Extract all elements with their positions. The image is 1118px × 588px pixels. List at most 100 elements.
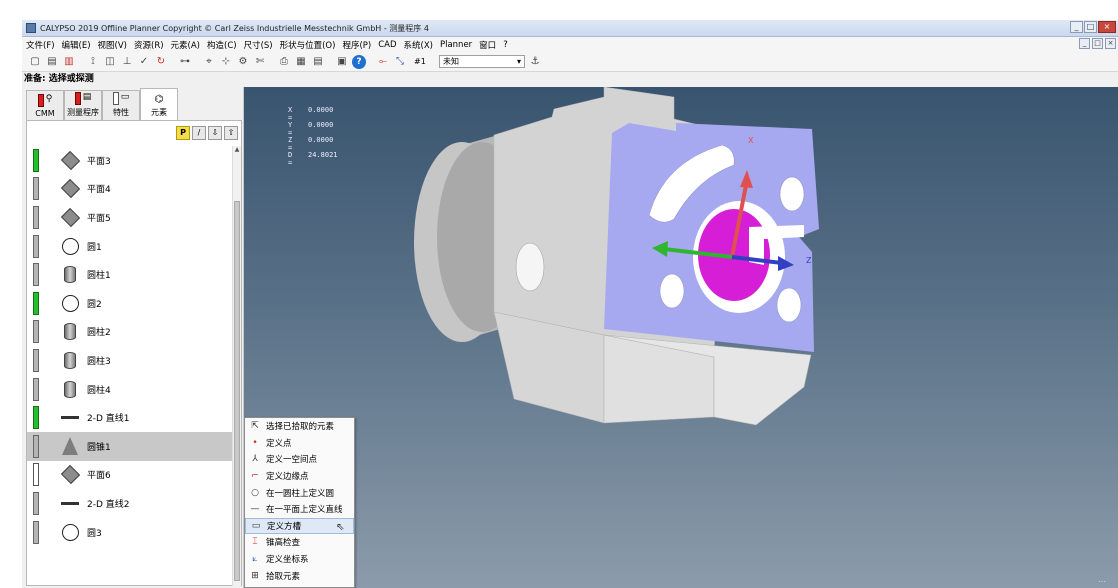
tab-measurement-plan-label: 测量程序 (67, 108, 99, 117)
status-red-icon (74, 92, 81, 105)
calculator-icon[interactable]: ▣ (335, 55, 349, 69)
edit-pencil-button[interactable]: / (192, 126, 206, 140)
anchor-icon[interactable]: ⚓ (528, 55, 542, 69)
report-icon[interactable]: ▦ (294, 55, 308, 69)
circle-icon (59, 236, 81, 256)
move-down-button[interactable]: ⇩ (208, 126, 222, 140)
ctx-label: 在一平面上定义直线 (266, 505, 343, 516)
feature-status-bar (33, 434, 39, 458)
coordinate-icon[interactable]: ⤡ (393, 55, 407, 69)
menu-edit[interactable]: 编辑(E) (62, 39, 91, 51)
feature-label: 平面6 (87, 471, 111, 482)
menu-planner[interactable]: Planner (440, 40, 472, 50)
feature-label: 圆1 (87, 242, 102, 253)
ctx-pick-element[interactable]: ⊞ 拾取元素 (245, 567, 354, 584)
feature-row[interactable]: 圆锥1 (27, 431, 232, 461)
construct-icon[interactable]: ⊹ (219, 55, 233, 69)
feature-row[interactable]: 2-D 直线1 (27, 403, 232, 432)
ctx-define-point[interactable]: • 定义点 (245, 435, 354, 452)
menu-view[interactable]: 视图(V) (98, 39, 127, 51)
ctx-define-slot[interactable]: ▭ 定义方槽 ⇖ (245, 517, 354, 535)
feature-row[interactable]: 圆柱4 (27, 375, 232, 404)
cad-viewport[interactable]: X Z X = 0.0000 Y = 0.0000 Z = 0.0000 D = 24.… (244, 87, 1118, 588)
line-on-plane-icon: — (250, 504, 260, 515)
tab-characteristics[interactable]: ▭ 特性 (102, 90, 140, 120)
feature-row[interactable]: 平面5 (27, 203, 232, 232)
move-up-button[interactable]: ⇧ (224, 126, 238, 140)
pin-button[interactable]: P (176, 126, 190, 140)
gear-icon[interactable]: ⚙ (236, 55, 250, 69)
scroll-thumb[interactable] (234, 201, 240, 581)
save-icon[interactable]: ▥ (62, 55, 76, 69)
ctx-cone-height-check[interactable]: ⌶ 锥高检查 (245, 534, 354, 551)
feature-icon[interactable]: ⌖ (202, 55, 216, 69)
maximize-button[interactable]: □ (1084, 21, 1097, 33)
menu-cad[interactable]: CAD (378, 40, 396, 50)
feature-row[interactable]: 圆柱2 (27, 318, 232, 347)
feature-label: 平面3 (87, 156, 111, 167)
resize-grip[interactable]: ⋯ (1098, 577, 1112, 586)
ctx-define-coord-system[interactable]: ⟀ 定义坐标系 (245, 551, 354, 568)
coord-x-value: 0.0000 (308, 106, 334, 114)
feature-list-scrollbar[interactable]: ▲ (232, 146, 241, 586)
check-icon[interactable]: ✓ (137, 55, 151, 69)
tab-cmm[interactable]: ⚲ CMM (26, 90, 64, 120)
menu-elements[interactable]: 元素(A) (171, 39, 200, 51)
mdi-restore-button[interactable]: □ (1092, 38, 1103, 49)
ctx-line-on-plane[interactable]: — 在一平面上定义直线 (245, 501, 354, 518)
stylus-icon[interactable]: ⊥ (120, 55, 134, 69)
ctx-label: 定义一空间点 (266, 455, 318, 466)
scroll-up-icon[interactable]: ▲ (233, 146, 241, 155)
feature-row[interactable]: 圆1 (27, 232, 232, 261)
ctx-define-space-point[interactable]: ⅄ 定义一空间点 (245, 451, 354, 468)
cad-model[interactable]: X Z (244, 87, 1118, 588)
status-text: 准备: 选择或探测 (24, 74, 94, 84)
menu-construct[interactable]: 构造(C) (207, 39, 237, 51)
new-file-icon[interactable]: ▢ (28, 55, 42, 69)
pick-icon: ⇱ (251, 421, 259, 432)
print-icon[interactable]: ⎙ (277, 55, 291, 69)
feature-label: 圆柱1 (87, 271, 111, 282)
feature-row[interactable]: 圆柱3 (27, 346, 232, 375)
coord-system-select[interactable]: 未知 ▾ (439, 55, 525, 68)
elements-pane: P / ⇩ ⇧ 平面3 平面4 平面5 圆1 圆柱1 圆2 圆柱2 圆柱3 圆柱4 2-D 直线1… (26, 120, 242, 586)
feature-status-bar (33, 148, 39, 172)
feature-row[interactable]: 平面6 (27, 461, 232, 490)
menu-window[interactable]: 窗口 (479, 39, 496, 51)
menu-resources[interactable]: 资源(R) (134, 39, 164, 51)
table-icon[interactable]: ▤ (311, 55, 325, 69)
ctx-define-edge-point[interactable]: ⌐ 定义边缘点 (245, 468, 354, 485)
minimize-button[interactable]: _ (1070, 21, 1083, 33)
probe-icon[interactable]: ⟟ (86, 55, 100, 69)
ctx-label: 拾取元素 (266, 571, 301, 582)
edge-point-icon: ⌐ (251, 471, 259, 482)
tab-elements[interactable]: ⌬ 元素 (140, 88, 178, 120)
help-icon[interactable]: ? (352, 54, 366, 69)
menu-size[interactable]: 尺寸(S) (244, 39, 273, 51)
open-file-icon[interactable]: ▤ (45, 55, 59, 69)
rotate-icon[interactable]: ↻ (154, 55, 168, 69)
feature-row[interactable]: 2-D 直线2 (27, 489, 232, 518)
binoculars-icon[interactable]: ⊶ (178, 55, 192, 69)
feature-row[interactable]: 平面4 (27, 175, 232, 204)
menu-system[interactable]: 系统(X) (404, 39, 433, 51)
mdi-minimize-button[interactable]: _ (1079, 38, 1090, 49)
mdi-close-button[interactable]: × (1105, 38, 1116, 49)
ctx-select-picked[interactable]: ⇱ 选择已拾取的元素 (245, 418, 354, 435)
ctx-circle-on-cylinder[interactable]: ○ 在一圆柱上定义圆 (245, 484, 354, 501)
tools-icon[interactable]: ✄ (253, 55, 267, 69)
feature-status-bar (33, 463, 39, 487)
close-button[interactable]: × (1098, 21, 1116, 33)
base-alignment-icon[interactable]: ⟜ (376, 55, 390, 69)
clearance-icon[interactable]: ◫ (103, 55, 117, 69)
menu-form-position[interactable]: 形状与位置(O) (280, 39, 336, 51)
menu-help[interactable]: ? (503, 40, 508, 50)
feature-row[interactable]: 圆2 (27, 289, 232, 318)
menu-program[interactable]: 程序(P) (342, 39, 371, 51)
feature-row[interactable]: 圆3 (27, 518, 232, 547)
tab-measurement-plan[interactable]: ▤ 测量程序 (64, 90, 102, 120)
menu-file[interactable]: 文件(F) (26, 39, 55, 51)
feature-row[interactable]: 平面3 (27, 146, 232, 175)
window-controls: _ □ × (1070, 21, 1116, 33)
feature-row[interactable]: 圆柱1 (27, 260, 232, 289)
